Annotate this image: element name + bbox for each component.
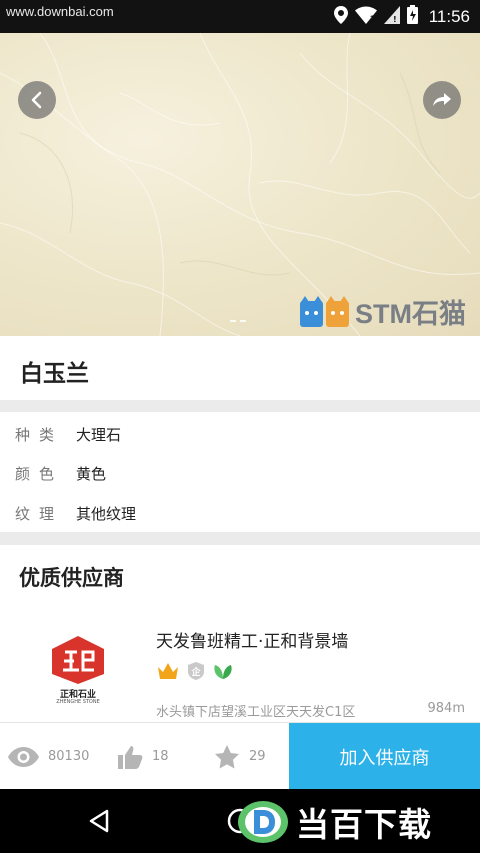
supplier-card[interactable]: 正和石业 ZHENGHE STONE 天发鲁班精工·正和背景墙 企 水头镇下店望… bbox=[0, 615, 480, 721]
section-divider bbox=[0, 400, 480, 412]
marble-texture bbox=[0, 33, 480, 336]
like-button[interactable]: 18 bbox=[118, 723, 169, 790]
attribute-value: 其他纹理 bbox=[76, 505, 137, 523]
title-section: 白玉兰 bbox=[0, 336, 480, 400]
supplier-badges: 企 bbox=[156, 661, 234, 681]
views-stat: 80130 bbox=[8, 723, 89, 790]
share-arrow-icon bbox=[433, 93, 451, 106]
share-button[interactable] bbox=[423, 81, 461, 119]
attribute-row-type: 种类 大理石 bbox=[0, 414, 480, 454]
product-title: 白玉兰 bbox=[20, 361, 89, 387]
attribute-value: 大理石 bbox=[76, 426, 122, 444]
image-pager-indicator bbox=[230, 320, 246, 322]
supplier-name[interactable]: 天发鲁班精工·正和背景墙 bbox=[156, 627, 348, 652]
leaf-badge-icon bbox=[214, 665, 232, 679]
svg-text:?: ? bbox=[370, 15, 375, 24]
supplier-address: 水头镇下店望溪工业区天天发C1区 bbox=[156, 705, 356, 720]
attribute-row-texture: 纹理 其他纹理 bbox=[0, 493, 480, 533]
supplier-distance: 984m bbox=[427, 701, 465, 716]
status-time: 11:56 bbox=[428, 6, 470, 26]
brand-d-logo-icon bbox=[238, 800, 288, 843]
favorites-count: 29 bbox=[249, 749, 266, 764]
stm-logo: STM石猫 bbox=[299, 292, 466, 331]
bottom-action-bar: 80130 18 29 加入供应商 bbox=[0, 722, 480, 790]
signal-icon: ! bbox=[383, 5, 400, 28]
status-bar: www.downbai.com ? ! 11:56 bbox=[0, 0, 480, 33]
section-title: 优质供应商 bbox=[19, 566, 124, 590]
supplier-logo-subtext: ZHENGHE STONE bbox=[56, 699, 100, 705]
views-count: 80130 bbox=[48, 749, 90, 764]
attribute-row-color: 颜色 黄色 bbox=[0, 453, 480, 493]
watermark-url: www.downbai.com bbox=[6, 4, 114, 19]
chevron-left-icon bbox=[31, 91, 42, 109]
eye-icon bbox=[8, 746, 39, 767]
supplier-section: 优质供应商 正和石业 ZHENGHE STONE 天发鲁班精工·正和背景墙 企 … bbox=[0, 545, 480, 722]
brand-watermark-text: 当百下载 bbox=[296, 805, 432, 843]
join-supplier-button[interactable]: 加入供应商 bbox=[289, 723, 480, 790]
svg-text:企: 企 bbox=[190, 666, 201, 678]
back-button[interactable] bbox=[18, 81, 56, 119]
likes-count: 18 bbox=[152, 749, 169, 764]
pager-dot bbox=[230, 320, 236, 322]
attribute-label: 颜色 bbox=[15, 465, 64, 483]
attribute-label: 纹理 bbox=[15, 505, 64, 523]
location-icon bbox=[333, 5, 348, 28]
nav-back-button[interactable] bbox=[88, 809, 110, 837]
pager-dot bbox=[240, 320, 246, 322]
triangle-back-icon bbox=[89, 809, 109, 833]
supplier-logo-icon bbox=[52, 636, 104, 684]
crown-badge-icon bbox=[158, 663, 178, 679]
supplier-logo: 正和石业 ZHENGHE STONE bbox=[48, 634, 108, 706]
attribute-list: 种类 大理石 颜色 黄色 纹理 其他纹理 bbox=[0, 412, 480, 532]
wifi-icon: ? bbox=[354, 6, 377, 28]
attribute-value: 黄色 bbox=[76, 465, 107, 483]
status-icons: ? ! 11:56 bbox=[333, 0, 470, 33]
logo-text: STM石猫 bbox=[355, 299, 466, 329]
product-image[interactable]: STM石猫 bbox=[0, 33, 480, 336]
thumbs-up-icon bbox=[118, 745, 143, 769]
attribute-label: 种类 bbox=[15, 426, 64, 444]
star-icon bbox=[215, 744, 239, 768]
section-divider bbox=[0, 532, 480, 545]
brand-watermark: 当百下载 bbox=[236, 790, 480, 853]
svg-text:!: ! bbox=[393, 15, 397, 24]
favorite-button[interactable]: 29 bbox=[214, 723, 266, 790]
cat-logo-icon bbox=[300, 295, 349, 327]
certified-badge-icon: 企 bbox=[188, 662, 204, 680]
battery-icon bbox=[406, 5, 418, 28]
